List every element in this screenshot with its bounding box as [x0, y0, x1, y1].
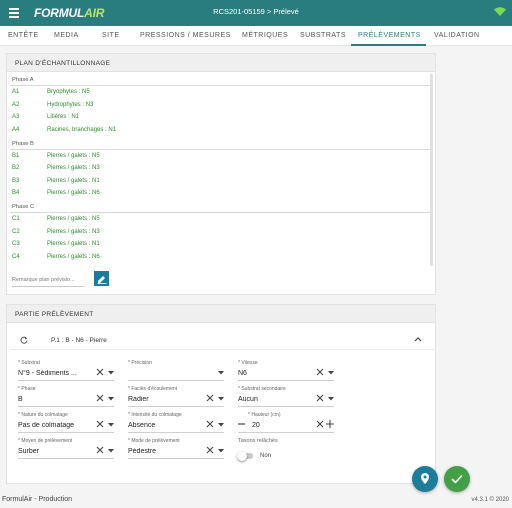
phase-select[interactable]: * Phase B	[18, 386, 114, 410]
caret-down-icon[interactable]	[108, 371, 114, 375]
top-app-bar: FORMULAIR RCS201-05159 > Prélevé	[0, 0, 512, 26]
hauteur-stepper[interactable]: * Hauteur (cm) 20	[238, 412, 334, 436]
caret-down-icon[interactable]	[328, 371, 334, 375]
close-icon[interactable]	[206, 446, 214, 454]
plan-row-code: A3	[12, 114, 20, 120]
plan-row-code: B1	[12, 153, 20, 159]
plan-row-value: Pierres / galets : N1	[47, 178, 100, 184]
plan-scrollbar[interactable]	[430, 74, 433, 266]
tab-metriques[interactable]: MÉTRIQUES	[242, 32, 288, 39]
plan-row-value: Pierres / galets : N1	[47, 241, 100, 247]
location-button[interactable]	[412, 466, 438, 492]
moyen-prelevement-select[interactable]: * Moyen de prélèvement Surber	[18, 438, 114, 462]
plan-row-code: B3	[12, 178, 20, 184]
plan-row-value: Pierres / galets : N3	[47, 165, 100, 171]
tab-entete[interactable]: ENTÊTE	[8, 32, 39, 39]
remark-underline	[12, 286, 84, 287]
check-icon	[451, 474, 463, 484]
caret-down-icon[interactable]	[218, 397, 224, 401]
close-icon[interactable]	[96, 420, 104, 428]
edit-icon	[97, 275, 106, 284]
plan-row-value: Pierres / galets : N3	[47, 229, 100, 235]
caret-down-icon[interactable]	[328, 397, 334, 401]
plan-row-code: A1	[12, 89, 20, 95]
substrat-select[interactable]: * Substrat N°9 - Sédiments ...	[18, 360, 114, 384]
plan-row-code: A4	[12, 127, 20, 133]
facies-select[interactable]: * Faciès d'écoulement Radier	[128, 386, 224, 410]
phase-b-label: Phase B	[12, 141, 34, 147]
partie-item-header[interactable]: P.1 : B - N6 - Pierre	[10, 330, 434, 350]
precision-select[interactable]: * Précision	[128, 360, 224, 384]
mode-prelevement-select[interactable]: * Mode de prélèvement Pédestre	[128, 438, 224, 462]
partie-card-header: PARTIE PRÉLÈVEMENT	[7, 305, 435, 323]
plan-row-value: Litières : N1	[47, 114, 80, 120]
tab-bar: ENTÊTE MEDIA SITE PRESSIONS / MESURES MÉ…	[0, 26, 512, 46]
caret-down-icon[interactable]	[108, 449, 114, 453]
plan-row-value: Pierres / galets : N6	[47, 190, 100, 196]
close-icon[interactable]	[206, 394, 214, 402]
plan-row-value: Bryophytes : N5	[47, 89, 90, 95]
close-icon[interactable]	[316, 420, 324, 428]
plan-row-value: Pierres / galets : N5	[47, 153, 100, 159]
caret-down-icon[interactable]	[218, 371, 224, 375]
plan-row-code: C3	[12, 241, 20, 247]
taxons-toggle-knob[interactable]	[237, 451, 247, 461]
close-icon[interactable]	[96, 446, 104, 454]
partie-item-title: P.1 : B - N6 - Pierre	[51, 337, 107, 344]
caret-down-icon[interactable]	[108, 423, 114, 427]
plus-icon[interactable]	[326, 420, 334, 428]
taxons-toggle-label: Non	[260, 453, 272, 459]
intensite-colmatage-select[interactable]: * Intensité du colmatage Absence	[128, 412, 224, 436]
plan-row-value: Racines, branchages : N1	[47, 127, 117, 133]
plan-row-code: A2	[12, 102, 20, 108]
plan-row-value: Pierres / galets : N6	[47, 254, 100, 260]
tab-prelevements[interactable]: PRÉLÈVEMENTS	[358, 32, 421, 39]
plan-row-value: Hydrophytes : N3	[47, 102, 94, 108]
plan-row-code: B2	[12, 165, 20, 171]
plan-row-code: C1	[12, 216, 20, 222]
vitesse-select[interactable]: * Vitesse N6	[238, 360, 334, 384]
chevron-up-icon[interactable]	[414, 336, 422, 342]
remark-plan-input[interactable]: Remarque plan prévisio...	[12, 277, 75, 283]
close-icon[interactable]	[96, 394, 104, 402]
plan-row-code: B4	[12, 190, 20, 196]
plan-card-header: PLAN D'ÉCHANTILLONNAGE	[7, 54, 435, 72]
refresh-icon[interactable]	[20, 336, 28, 344]
taxons-relaches-field: Taxons relâchés	[238, 438, 278, 444]
close-icon[interactable]	[316, 368, 324, 376]
phase-c-divider	[10, 212, 430, 213]
location-icon	[421, 473, 429, 484]
wifi-icon	[494, 7, 506, 16]
footer-app-name: FormulAir - Production	[2, 496, 73, 503]
tab-substrats[interactable]: SUBSTRATS	[300, 32, 346, 39]
close-icon[interactable]	[206, 420, 214, 428]
page-title: RCS201-05159 > Prélevé	[213, 7, 299, 16]
phase-a-label: Phase A	[12, 77, 34, 83]
plan-row-code: C4	[12, 254, 20, 260]
caret-down-icon[interactable]	[218, 423, 224, 427]
tab-media[interactable]: MEDIA	[54, 32, 79, 39]
caret-down-icon[interactable]	[218, 449, 224, 453]
plan-row-value: Pierres / galets : N5	[47, 216, 100, 222]
plan-row-code: C2	[12, 229, 20, 235]
tab-validation[interactable]: VALIDATION	[434, 32, 480, 39]
tab-pressions-mesures[interactable]: PRESSIONS / MESURES	[140, 32, 231, 39]
nature-colmatage-select[interactable]: * Nature du colmatage Pas de colmatage	[18, 412, 114, 436]
tab-site[interactable]: SITE	[102, 32, 120, 39]
minus-icon[interactable]	[238, 420, 245, 428]
close-icon[interactable]	[96, 368, 104, 376]
validate-button[interactable]	[444, 466, 470, 492]
substrat-secondaire-select[interactable]: * Substrat secondaire Aucun	[238, 386, 334, 410]
active-tab-indicator	[351, 44, 426, 46]
caret-down-icon[interactable]	[108, 397, 114, 401]
edit-remark-button[interactable]	[94, 271, 109, 286]
close-icon[interactable]	[316, 394, 324, 402]
hauteur-input[interactable]: 20	[252, 422, 322, 429]
phase-c-label: Phase C	[12, 204, 35, 210]
phase-a-divider	[10, 85, 430, 86]
phase-b-divider	[10, 149, 430, 150]
footer-version: v4.3.1 © 2020	[471, 497, 509, 503]
